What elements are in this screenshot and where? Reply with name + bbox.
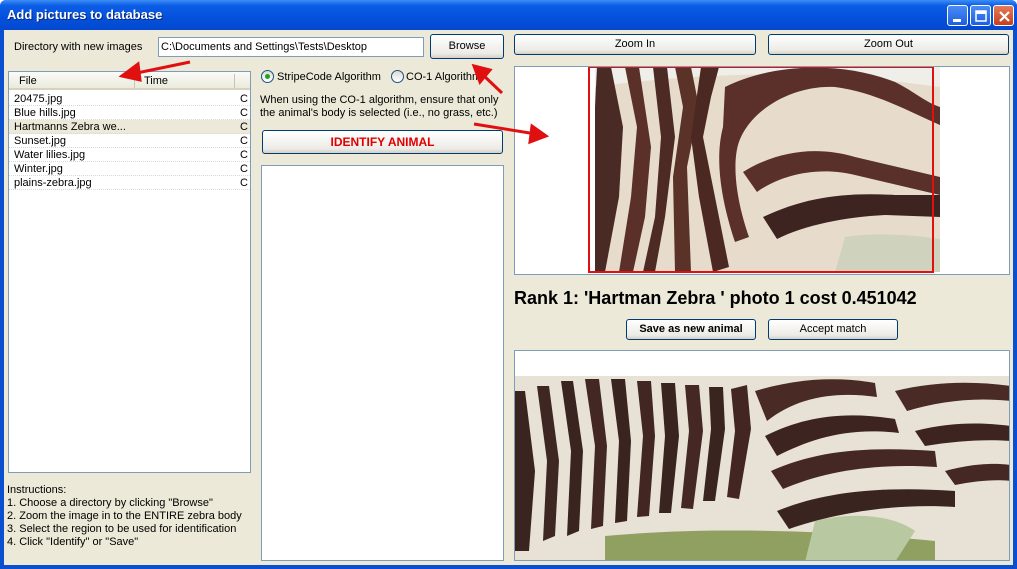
- annotation-arrow-icon: [471, 63, 504, 95]
- annotation-arrows: [118, 60, 550, 145]
- annotation-arrow-icon: [118, 60, 191, 82]
- annotation-arrow-icon: [473, 122, 550, 145]
